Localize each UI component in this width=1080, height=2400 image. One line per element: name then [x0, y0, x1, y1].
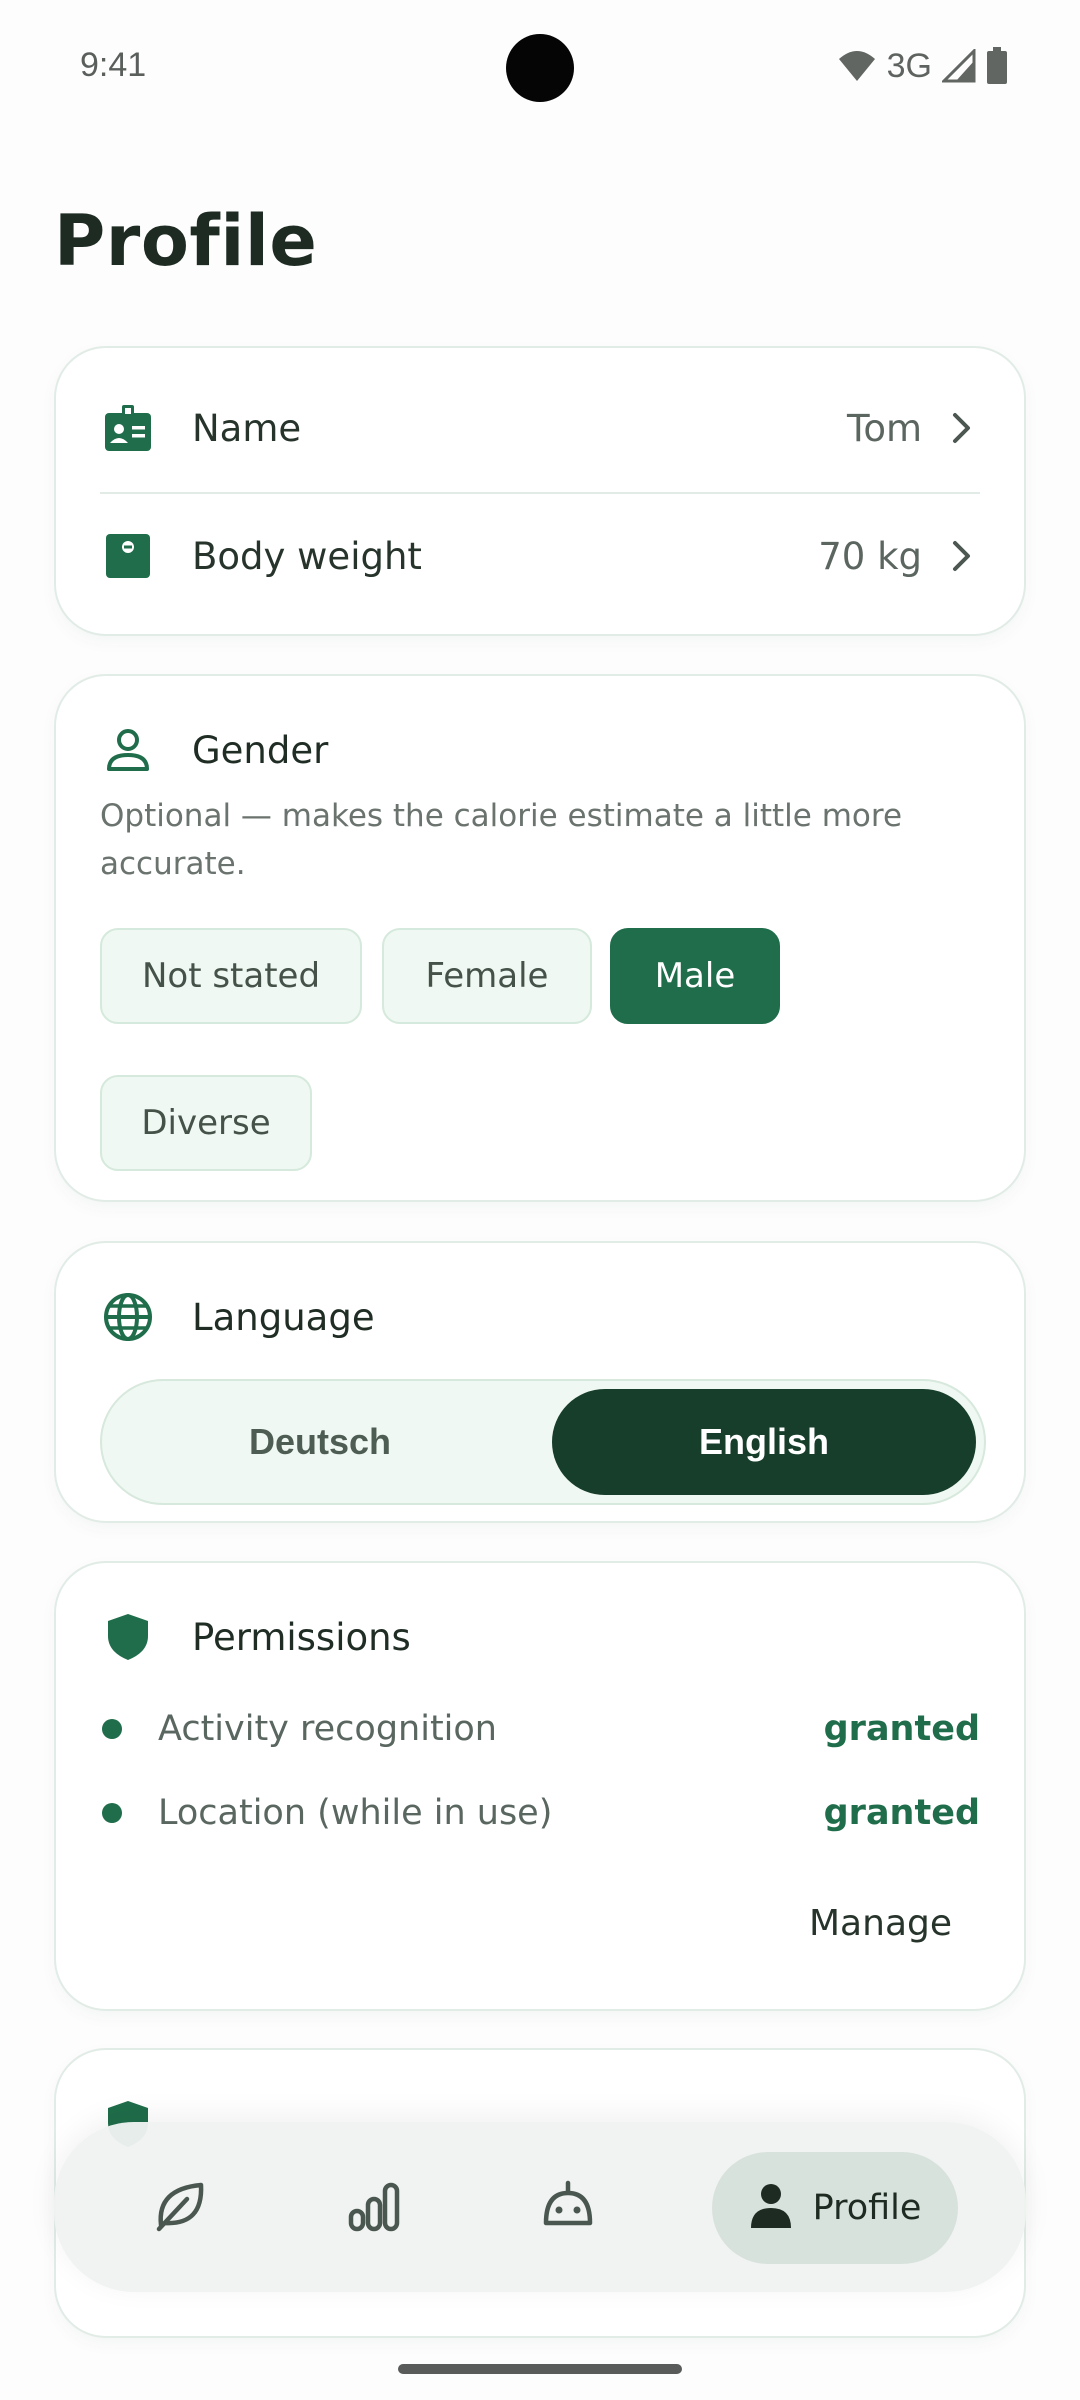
- name-row[interactable]: Name Tom: [100, 368, 980, 488]
- nav-profile-label: Profile: [812, 2188, 922, 2228]
- permission-status: granted: [823, 1793, 980, 1833]
- manage-button[interactable]: Manage: [809, 1903, 952, 1944]
- cell-signal-icon: [942, 49, 976, 83]
- profile-card: Name Tom Body weight 70 kg: [54, 346, 1026, 636]
- page-title: Profile: [54, 200, 318, 282]
- robot-icon: [540, 2179, 596, 2237]
- chevron-right-icon: [944, 410, 980, 446]
- bar-chart-icon: [347, 2179, 401, 2237]
- body-weight-value: 70 kg: [818, 534, 922, 578]
- nav-item-stats[interactable]: [318, 2152, 430, 2264]
- gender-title: Gender: [192, 728, 329, 772]
- profile-screen: 9:41 3G Profile Name Tom Body weight 70 …: [0, 0, 1080, 2400]
- language-header: Language: [100, 1287, 375, 1347]
- permissions-header: Permissions: [100, 1607, 411, 1667]
- status-icons: 3G: [837, 44, 1008, 88]
- nav-item-profile[interactable]: Profile: [712, 2152, 958, 2264]
- name-value: Tom: [847, 406, 922, 450]
- bullet-dot: [102, 1719, 122, 1739]
- person-outline-icon: [100, 722, 156, 778]
- globe-icon: [100, 1289, 156, 1345]
- permissions-card: Permissions Activity recognition granted…: [54, 1561, 1026, 2011]
- battery-icon: [986, 47, 1008, 85]
- permission-label: Activity recognition: [158, 1709, 497, 1749]
- shield-icon: [100, 1609, 156, 1665]
- id-badge-icon: [100, 400, 156, 456]
- permissions-title: Permissions: [192, 1615, 411, 1659]
- language-card: Language Deutsch English: [54, 1241, 1026, 1523]
- wifi-icon: [837, 49, 877, 83]
- body-weight-label: Body weight: [192, 534, 422, 578]
- nav-item-eco[interactable]: [124, 2152, 236, 2264]
- network-type: 3G: [886, 46, 932, 85]
- language-toggle: Deutsch English: [100, 1379, 986, 1505]
- chevron-right-icon: [944, 538, 980, 574]
- bottom-nav: Profile: [54, 2122, 1026, 2292]
- gender-chip-not-stated[interactable]: Not stated: [100, 928, 362, 1024]
- person-icon: [749, 2182, 793, 2234]
- permission-row: Location (while in use) granted: [100, 1783, 980, 1843]
- gender-chip-female[interactable]: Female: [382, 928, 592, 1024]
- body-weight-row[interactable]: Body weight 70 kg: [100, 496, 980, 616]
- name-label: Name: [192, 406, 302, 450]
- gender-header: Gender: [100, 720, 328, 780]
- bullet-dot: [102, 1803, 122, 1823]
- scale-icon: [100, 528, 156, 584]
- camera-cutout: [506, 34, 574, 102]
- status-bar: 9:41 3G: [0, 0, 1080, 136]
- language-option-english[interactable]: English: [552, 1389, 976, 1495]
- gender-chip-diverse[interactable]: Diverse: [100, 1075, 312, 1171]
- nav-item-assistant[interactable]: [512, 2152, 624, 2264]
- permission-row: Activity recognition granted: [100, 1699, 980, 1759]
- leaf-icon: [153, 2179, 207, 2237]
- permission-label: Location (while in use): [158, 1793, 553, 1833]
- language-title: Language: [192, 1295, 375, 1339]
- language-option-deutsch[interactable]: Deutsch: [108, 1389, 532, 1495]
- gender-chip-male[interactable]: Male: [610, 928, 780, 1024]
- row-divider: [100, 492, 980, 494]
- permission-status: granted: [823, 1709, 980, 1749]
- gender-description: Optional — makes the calorie estimate a …: [100, 798, 903, 882]
- gender-card: Gender Optional — makes the calorie esti…: [54, 674, 1026, 1202]
- status-time: 9:41: [80, 46, 147, 84]
- home-indicator[interactable]: [398, 2364, 682, 2374]
